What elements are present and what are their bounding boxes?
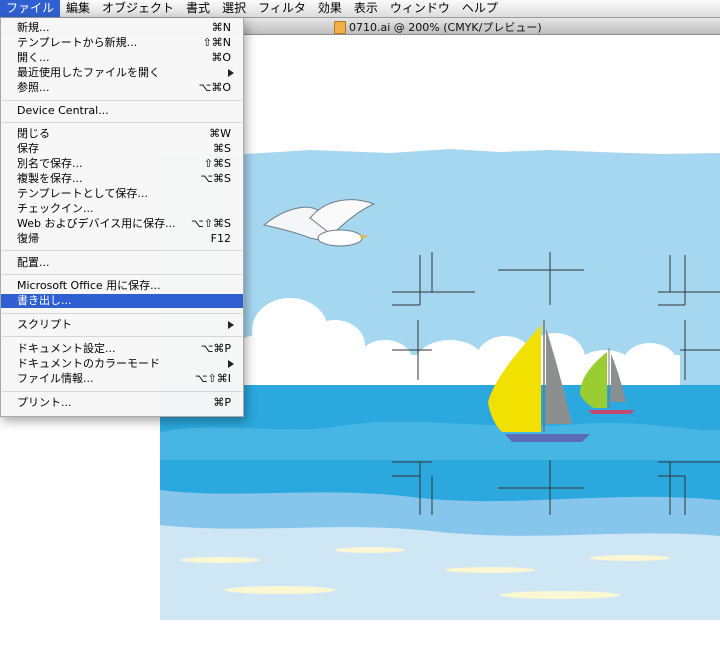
- menu-item-shortcut: ⌥⌘S: [200, 172, 231, 185]
- menu-item-scripts[interactable]: スクリプト: [1, 318, 243, 332]
- menu-item-label: スクリプト: [17, 318, 72, 331]
- menu-item-save-for-office[interactable]: Microsoft Office 用に保存...: [1, 279, 243, 293]
- menu-item-browse[interactable]: 参照... ⌥⌘O: [1, 81, 243, 95]
- menu-item-label: Web およびデバイス用に保存...: [17, 217, 176, 230]
- menu-item-shortcut: ⌘S: [213, 142, 231, 155]
- menu-item-label: 保存: [17, 142, 39, 155]
- menu-item-open[interactable]: 開く... ⌘O: [1, 51, 243, 65]
- menu-item-new-from-template[interactable]: テンプレートから新規... ⇧⌘N: [1, 36, 243, 50]
- menu-view[interactable]: 表示: [348, 0, 384, 17]
- menu-filter[interactable]: フィルタ: [252, 0, 312, 17]
- menu-item-shortcut: ⌘W: [209, 127, 231, 140]
- menu-item-label: テンプレートとして保存...: [17, 187, 148, 200]
- submenu-arrow-icon: [228, 321, 234, 329]
- menu-separator: [2, 391, 242, 392]
- menu-item-label: 書き出し...: [17, 294, 72, 307]
- menu-item-shortcut: ⌘N: [211, 21, 231, 34]
- menu-item-label: ドキュメントのカラーモード: [17, 357, 160, 370]
- menu-item-document-color-mode[interactable]: ドキュメントのカラーモード: [1, 357, 243, 371]
- menu-item-label: プリント...: [17, 396, 72, 409]
- menu-separator: [2, 336, 242, 337]
- shore: [160, 525, 720, 620]
- menu-edit[interactable]: 編集: [60, 0, 96, 17]
- menu-item-label: 参照...: [17, 81, 50, 94]
- menu-help[interactable]: ヘルプ: [456, 0, 504, 17]
- menu-item-label: 復帰: [17, 232, 39, 245]
- menu-item-shortcut: ⌘P: [213, 396, 231, 409]
- menu-separator: [2, 274, 242, 275]
- menu-item-open-recent[interactable]: 最近使用したファイルを開く: [1, 66, 243, 80]
- submenu-arrow-icon: [228, 360, 234, 368]
- menu-item-save-as[interactable]: 別名で保存... ⇧⌘S: [1, 157, 243, 171]
- menu-item-label: チェックイン...: [17, 202, 94, 215]
- menu-item-label: ドキュメント設定...: [17, 342, 116, 355]
- menu-item-save-as-template[interactable]: テンプレートとして保存...: [1, 187, 243, 201]
- menu-item-shortcut: ⌥⌘P: [200, 342, 231, 355]
- document-file-icon: [334, 20, 346, 34]
- menu-separator: [2, 250, 242, 251]
- menu-select[interactable]: 選択: [216, 0, 252, 17]
- menu-effect[interactable]: 効果: [312, 0, 348, 17]
- menu-item-shortcut: ⇧⌘N: [202, 36, 231, 49]
- menu-item-shortcut: ⌘O: [211, 51, 231, 64]
- menu-item-label: 閉じる: [17, 127, 50, 140]
- menu-item-label: Microsoft Office 用に保存...: [17, 279, 161, 292]
- menu-item-export[interactable]: 書き出し...: [1, 294, 243, 308]
- file-menu-dropdown: 新規... ⌘N テンプレートから新規... ⇧⌘N 開く... ⌘O 最近使用したフ…: [0, 18, 244, 417]
- menu-item-place[interactable]: 配置...: [1, 256, 243, 270]
- menu-separator: [2, 100, 242, 101]
- menu-item-save-a-copy[interactable]: 複製を保存... ⌥⌘S: [1, 172, 243, 186]
- menu-file[interactable]: ファイル: [0, 0, 61, 17]
- menubar: ファイル 編集 オブジェクト 書式 選択 フィルタ 効果 表示 ウィンドウ ヘル…: [0, 0, 720, 18]
- menu-item-label: 開く...: [17, 51, 50, 64]
- menu-item-new[interactable]: 新規... ⌘N: [1, 21, 243, 35]
- menu-item-document-setup[interactable]: ドキュメント設定... ⌥⌘P: [1, 342, 243, 356]
- artboard-illustration[interactable]: [160, 140, 720, 620]
- submenu-arrow-icon: [228, 69, 234, 77]
- menu-separator: [2, 122, 242, 123]
- menu-item-shortcut: ⌥⌘O: [198, 81, 231, 94]
- menu-item-check-in[interactable]: チェックイン...: [1, 202, 243, 216]
- menu-item-label: ファイル情報...: [17, 372, 94, 385]
- menu-item-label: テンプレートから新規...: [17, 36, 138, 49]
- menu-window[interactable]: ウィンドウ: [384, 0, 456, 17]
- menu-item-label: 新規...: [17, 21, 50, 34]
- menu-separator: [2, 313, 242, 314]
- menu-item-label: 別名で保存...: [17, 157, 83, 170]
- document-title: 0710.ai @ 200% (CMYK/プレビュー): [349, 21, 542, 34]
- menu-item-print[interactable]: プリント... ⌘P: [1, 396, 243, 410]
- menu-item-save[interactable]: 保存 ⌘S: [1, 142, 243, 156]
- menu-type[interactable]: 書式: [180, 0, 216, 17]
- menu-item-save-for-web[interactable]: Web およびデバイス用に保存... ⌥⇧⌘S: [1, 217, 243, 231]
- menu-item-shortcut: ⌥⇧⌘S: [191, 217, 231, 230]
- menu-item-label: Device Central...: [17, 104, 109, 117]
- menu-item-device-central[interactable]: Device Central...: [1, 104, 243, 118]
- menu-item-close[interactable]: 閉じる ⌘W: [1, 127, 243, 141]
- menu-item-revert[interactable]: 復帰 F12: [1, 232, 243, 246]
- menu-item-file-info[interactable]: ファイル情報... ⌥⇧⌘I: [1, 372, 243, 386]
- menu-item-shortcut: ⌥⇧⌘I: [194, 372, 231, 385]
- menu-item-shortcut: F12: [210, 232, 231, 245]
- menu-item-label: 複製を保存...: [17, 172, 83, 185]
- menu-object[interactable]: オブジェクト: [96, 0, 180, 17]
- menu-item-shortcut: ⇧⌘S: [203, 157, 231, 170]
- menu-item-label: 最近使用したファイルを開く: [17, 66, 160, 79]
- menu-item-label: 配置...: [17, 256, 50, 269]
